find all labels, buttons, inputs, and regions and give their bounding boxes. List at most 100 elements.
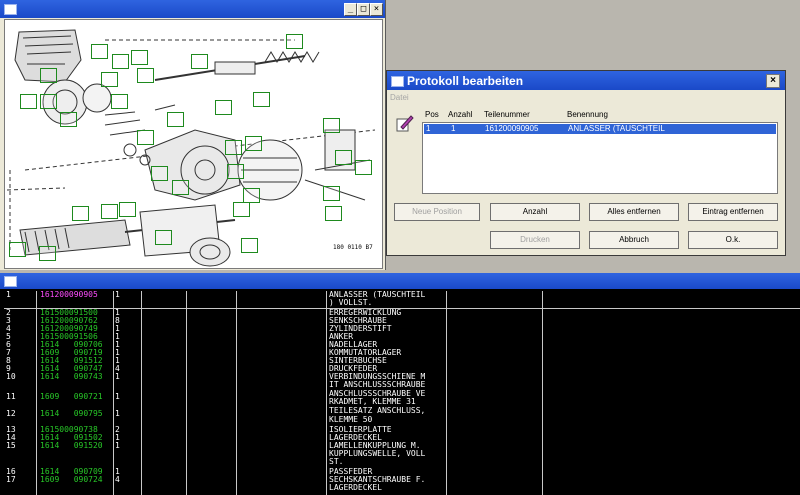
maximize-button[interactable]: □ <box>357 3 370 16</box>
row-name-cont: RKADMET, KLEMME 31 <box>329 397 416 406</box>
row-pos: 1 <box>426 124 431 133</box>
list-item[interactable]: 1 1 161200090905 ANLASSER (TAUSCHTEIL <box>424 124 776 134</box>
row-quantity: 1 <box>115 392 120 401</box>
ok-button[interactable]: O.k. <box>688 231 778 249</box>
callout-box[interactable] <box>137 130 154 145</box>
callout-box[interactable] <box>40 68 57 83</box>
callout-box[interactable] <box>215 100 232 115</box>
row-part-number[interactable]: 1609 090721 <box>40 393 103 401</box>
row-name-cont: KLEMME 50 <box>329 415 373 424</box>
row-part-number[interactable]: 161200090905 <box>40 291 98 299</box>
dialog-titlebar[interactable]: Protokoll bearbeiten × <box>387 71 785 90</box>
callout-box[interactable] <box>355 160 372 175</box>
diagram-window: _ □ × 180 0110 B7 <box>0 0 386 270</box>
callout-box[interactable] <box>323 186 340 201</box>
callout-box[interactable] <box>335 150 352 165</box>
column-divider <box>542 291 543 495</box>
exploded-view-drawing[interactable]: 180 0110 B7 <box>4 19 383 269</box>
close-button[interactable]: × <box>766 74 780 88</box>
callout-box[interactable] <box>112 54 129 69</box>
callout-box[interactable] <box>233 202 250 217</box>
column-divider <box>236 291 237 495</box>
row-pos: 12 <box>6 409 16 418</box>
callout-box[interactable] <box>101 204 118 219</box>
dialog-title: Protokoll bearbeiten <box>407 74 524 88</box>
window-icon <box>4 4 17 15</box>
diagram-window-titlebar[interactable]: _ □ × <box>0 0 385 18</box>
callout-box[interactable] <box>243 188 260 203</box>
callout-box[interactable] <box>101 72 118 87</box>
callout-box[interactable] <box>119 202 136 217</box>
callout-box[interactable] <box>111 94 128 109</box>
callout-box[interactable] <box>167 112 184 127</box>
close-button[interactable]: × <box>370 3 383 16</box>
callout-box[interactable] <box>137 68 154 83</box>
row-quantity: 4 <box>115 475 120 484</box>
callout-box[interactable] <box>72 206 89 221</box>
column-divider <box>186 291 187 495</box>
callout-box[interactable] <box>245 136 262 151</box>
anzahl-button[interactable]: Anzahl <box>490 203 580 221</box>
row-divider <box>4 308 800 309</box>
row-benennung: ANLASSER (TAUSCHTEIL <box>568 124 665 133</box>
print-button[interactable]: Drucken <box>490 231 580 249</box>
column-divider <box>113 291 114 495</box>
row-name-cont: ) VOLLST. <box>329 298 373 307</box>
protocol-list[interactable]: 1 1 161200090905 ANLASSER (TAUSCHTEIL <box>422 122 778 194</box>
row-part-number[interactable]: 1609 090724 <box>40 476 103 484</box>
callout-box[interactable] <box>60 112 77 127</box>
row-pos: 11 <box>6 392 16 401</box>
row-pos: 17 <box>6 475 16 484</box>
menu-datei[interactable]: Datei <box>390 93 409 102</box>
row-name: TEILESATZ ANSCHLUSS, <box>329 406 426 415</box>
column-divider <box>446 291 447 495</box>
callout-box[interactable] <box>323 118 340 133</box>
callout-box[interactable] <box>191 54 208 69</box>
remove-all-button[interactable]: Alles entfernen <box>589 203 679 221</box>
row-pos: 10 <box>6 372 16 381</box>
callout-box[interactable] <box>151 166 168 181</box>
row-name-cont: IT ANSCHLUSSSCHRAUBE <box>329 380 426 389</box>
row-pos: 15 <box>6 441 16 450</box>
callout-box[interactable] <box>286 34 303 49</box>
column-teilenummer[interactable]: Teilenummer <box>484 110 530 119</box>
column-divider <box>141 291 142 495</box>
row-teilenummer: 161200090905 <box>485 124 539 133</box>
row-part-number[interactable]: 1614 091520 <box>40 442 103 450</box>
column-benennung[interactable]: Benennung <box>567 110 608 119</box>
column-anzahl[interactable]: Anzahl <box>448 110 472 119</box>
row-quantity: 1 <box>115 372 120 381</box>
remove-entry-button[interactable]: Eintrag entfernen <box>688 203 778 221</box>
callout-box[interactable] <box>131 50 148 65</box>
parts-window-titlebar[interactable] <box>0 273 800 289</box>
callout-box[interactable] <box>39 246 56 261</box>
callout-box[interactable] <box>9 242 26 257</box>
parts-table[interactable]: 1 161200090905 1 ANLASSER (TAUSCHTEIL ) … <box>4 291 800 495</box>
callout-box[interactable] <box>40 94 57 109</box>
cancel-button[interactable]: Abbruch <box>589 231 679 249</box>
callout-box[interactable] <box>325 206 342 221</box>
window-icon <box>391 76 404 87</box>
protokoll-dialog: Protokoll bearbeiten × Datei Pos Anzahl … <box>386 70 786 256</box>
minimize-button[interactable]: _ <box>344 3 357 16</box>
callout-box[interactable] <box>227 164 244 179</box>
row-part-number[interactable]: 1614 090795 <box>40 410 103 418</box>
row-part-number[interactable]: 1614 090743 <box>40 373 103 381</box>
row-quantity: 1 <box>115 441 120 450</box>
column-pos[interactable]: Pos <box>425 110 439 119</box>
new-position-button[interactable]: Neue Position <box>394 203 480 221</box>
callout-box[interactable] <box>253 92 270 107</box>
parts-list-window: 1 161200090905 1 ANLASSER (TAUSCHTEIL ) … <box>0 273 800 495</box>
row-name-cont: LAGERDECKEL <box>329 483 382 492</box>
callout-box[interactable] <box>155 230 172 245</box>
column-divider <box>326 291 327 495</box>
drawing-number: 180 0110 B7 <box>333 244 373 251</box>
row-pos: 1 <box>6 290 11 299</box>
row-name-cont: ST. <box>329 457 344 466</box>
callout-box[interactable] <box>172 180 189 195</box>
callout-box[interactable] <box>225 140 242 155</box>
callout-box[interactable] <box>91 44 108 59</box>
callout-box[interactable] <box>241 238 258 253</box>
row-quantity: 1 <box>115 409 120 418</box>
callout-box[interactable] <box>20 94 37 109</box>
